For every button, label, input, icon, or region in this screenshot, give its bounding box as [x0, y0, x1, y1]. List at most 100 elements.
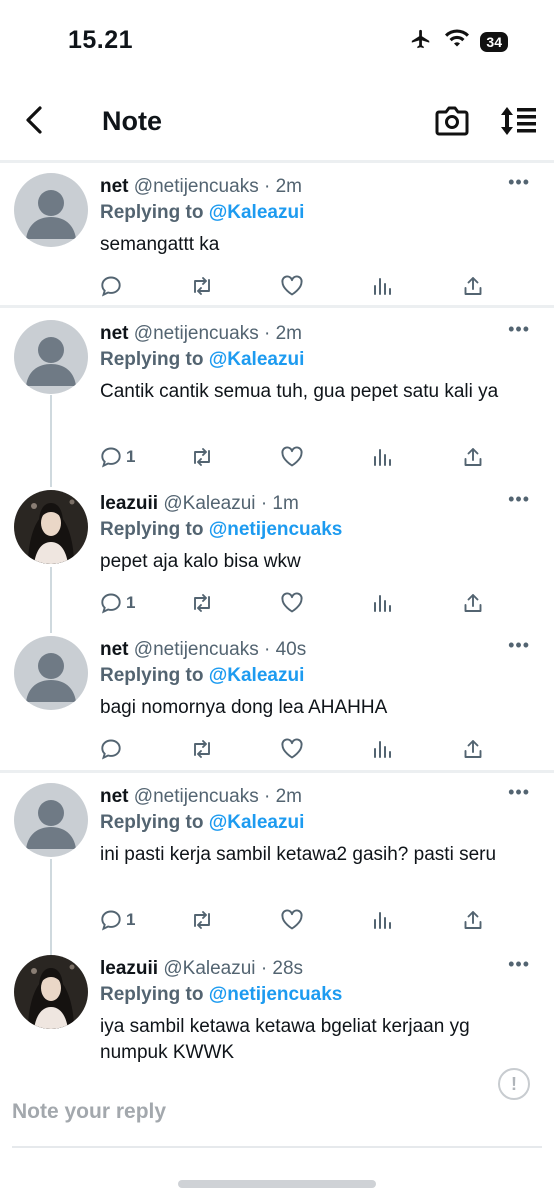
more-options-icon[interactable]: •••: [508, 783, 530, 801]
share-icon: [462, 909, 484, 931]
timestamp: 2m: [275, 323, 302, 344]
replies-feed[interactable]: net @netijencuaks · 2m ••• Replying to @…: [0, 163, 554, 1080]
retweet-button[interactable]: [190, 442, 214, 472]
reply-tweet[interactable]: net @netijencuaks · 40s ••• Replying to …: [0, 628, 554, 771]
share-button[interactable]: [462, 442, 484, 472]
display-name[interactable]: net: [100, 786, 129, 807]
reply-tweet[interactable]: net @netijencuaks · 2m ••• Replying to @…: [0, 308, 554, 478]
views-button[interactable]: [372, 271, 394, 301]
nav-bar: Note: [0, 92, 554, 152]
reply-tweet[interactable]: net @netijencuaks · 2m ••• Replying to @…: [0, 163, 554, 306]
dot-separator: ·: [263, 323, 271, 344]
like-button[interactable]: [280, 734, 304, 764]
tweet-header: leazuii @Kaleazui · 1m: [100, 492, 530, 516]
tweet-body: net @netijencuaks · 2m ••• Replying to @…: [100, 173, 530, 258]
handle[interactable]: @netijencuaks: [134, 639, 259, 660]
share-button[interactable]: [462, 271, 484, 301]
retweet-button[interactable]: [190, 905, 214, 935]
like-button[interactable]: [280, 442, 304, 472]
home-indicator[interactable]: [178, 1180, 376, 1188]
avatar[interactable]: [14, 783, 88, 857]
mention-link[interactable]: @Kaleazui: [209, 202, 305, 223]
reply-tweet[interactable]: leazuii @Kaleazui · 28s ••• Replying to …: [0, 945, 554, 1080]
replying-to-label: Replying to: [100, 519, 204, 540]
reply-button[interactable]: 1: [100, 905, 135, 935]
reply-tweet[interactable]: net @netijencuaks · 2m ••• Replying to @…: [0, 773, 554, 945]
views-icon: [372, 909, 394, 931]
handle[interactable]: @Kaleazui: [163, 958, 255, 979]
share-button[interactable]: [462, 588, 484, 618]
reply-tweet[interactable]: leazuii @Kaleazui · 1m ••• Replying to @…: [0, 478, 554, 628]
avatar[interactable]: [14, 490, 88, 564]
replying-to: Replying to @netijencuaks: [100, 517, 530, 543]
tweet-text: pepet aja kalo bisa wkw: [100, 551, 301, 572]
handle[interactable]: @netijencuaks: [134, 176, 259, 197]
avatar[interactable]: [14, 636, 88, 710]
camera-icon: [434, 106, 470, 142]
mention-link[interactable]: @netijencuaks: [209, 984, 343, 1005]
retweet-button[interactable]: [190, 271, 214, 301]
avatar[interactable]: [14, 320, 88, 394]
more-options-icon[interactable]: •••: [508, 320, 530, 338]
tweet-header: net @netijencuaks · 2m: [100, 175, 530, 199]
display-name[interactable]: leazuii: [100, 493, 158, 514]
timestamp: 2m: [275, 176, 302, 197]
mention-link[interactable]: @Kaleazui: [209, 665, 305, 686]
reply-button[interactable]: [100, 734, 126, 764]
reply-button[interactable]: 1: [100, 588, 135, 618]
tweet-actions: 1: [100, 905, 500, 935]
reply-button[interactable]: [100, 271, 126, 301]
tweet-text: bagi nomornya dong lea AHAHHA: [100, 697, 388, 718]
dot-separator: ·: [263, 639, 271, 660]
reply-count: 1: [126, 593, 136, 612]
replying-to: Replying to @netijencuaks: [100, 982, 530, 1008]
like-button[interactable]: [280, 905, 304, 935]
avatar[interactable]: [14, 173, 88, 247]
more-options-icon[interactable]: •••: [508, 173, 530, 191]
more-options-icon[interactable]: •••: [508, 955, 530, 973]
display-name[interactable]: net: [100, 639, 129, 660]
views-button[interactable]: [372, 442, 394, 472]
views-button[interactable]: [372, 734, 394, 764]
reply-input[interactable]: [12, 1100, 432, 1124]
more-options-icon[interactable]: •••: [508, 636, 530, 654]
share-button[interactable]: [462, 905, 484, 935]
camera-button[interactable]: [434, 104, 472, 140]
retweet-button[interactable]: [190, 588, 214, 618]
tweet-text: ini pasti kerja sambil ketawa2 gasih? pa…: [100, 844, 497, 865]
display-name[interactable]: leazuii: [100, 958, 158, 979]
more-options-icon[interactable]: •••: [508, 490, 530, 508]
sort-icon: [498, 107, 538, 142]
display-name[interactable]: net: [100, 323, 129, 344]
retweet-button[interactable]: [190, 734, 214, 764]
tweet-actions: 1: [100, 442, 500, 472]
mention-link[interactable]: @Kaleazui: [209, 349, 305, 370]
battery-indicator: 34: [480, 31, 508, 52]
mention-link[interactable]: @netijencuaks: [209, 519, 343, 540]
views-button[interactable]: [372, 588, 394, 618]
replying-to: Replying to @Kaleazui: [100, 347, 530, 373]
reply-icon: [100, 446, 122, 468]
heart-icon: [280, 446, 304, 468]
handle[interactable]: @Kaleazui: [163, 493, 255, 514]
airplane-icon: [408, 28, 434, 55]
heart-icon: [280, 909, 304, 931]
display-name[interactable]: net: [100, 176, 129, 197]
alert-icon[interactable]: !: [498, 1068, 530, 1100]
handle[interactable]: @netijencuaks: [134, 323, 259, 344]
sort-button[interactable]: [498, 104, 540, 140]
handle[interactable]: @netijencuaks: [134, 786, 259, 807]
reply-button[interactable]: 1: [100, 442, 135, 472]
composer-underline: [12, 1146, 542, 1148]
avatar[interactable]: [14, 955, 88, 1029]
replying-to-label: Replying to: [100, 665, 204, 686]
status-time: 15.21: [68, 26, 134, 54]
tweet-header: net @netijencuaks · 40s: [100, 638, 530, 662]
like-button[interactable]: [280, 588, 304, 618]
mention-link[interactable]: @Kaleazui: [209, 812, 305, 833]
back-button[interactable]: [16, 102, 52, 142]
share-button[interactable]: [462, 734, 484, 764]
tweet-header: leazuii @Kaleazui · 28s: [100, 957, 530, 981]
like-button[interactable]: [280, 271, 304, 301]
views-button[interactable]: [372, 905, 394, 935]
